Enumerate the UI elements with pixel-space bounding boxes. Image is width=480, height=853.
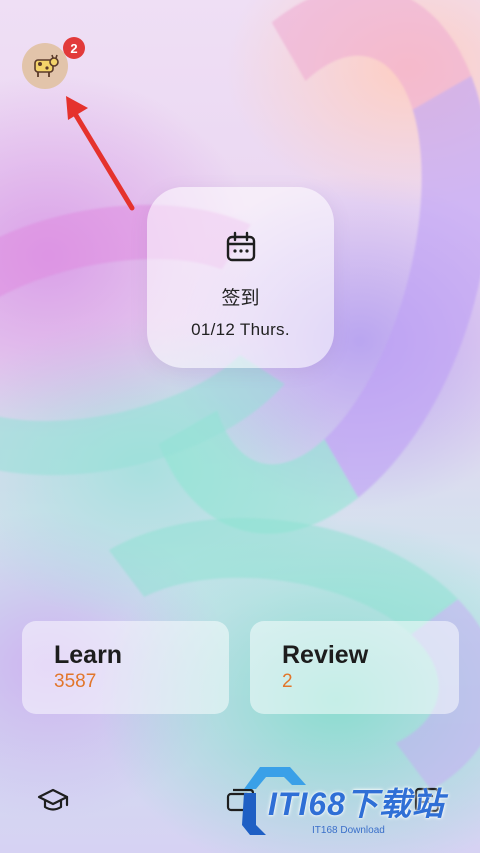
- calendar-icon: [226, 231, 255, 262]
- profile-avatar-button[interactable]: [22, 43, 68, 89]
- checkin-card[interactable]: 签到 01/12 Thurs.: [147, 187, 334, 368]
- review-count: 2: [282, 671, 293, 692]
- review-label: Review: [282, 641, 369, 669]
- watermark: ITI68下载站 IT168 Download: [240, 765, 472, 843]
- learn-label: Learn: [54, 641, 123, 669]
- graduation-cap-icon: [37, 788, 69, 811]
- nav-learn-button[interactable]: [37, 784, 69, 816]
- watermark-title: ITI68下载站: [268, 786, 445, 822]
- learn-count: 3587: [54, 671, 97, 692]
- review-card[interactable]: Review 2: [250, 621, 459, 714]
- learn-card[interactable]: Learn 3587: [22, 621, 229, 714]
- checkin-date: 01/12 Thurs.: [191, 320, 290, 339]
- cow-avatar-icon: [34, 54, 59, 77]
- annotation-arrow: [66, 96, 135, 211]
- watermark-subtitle: IT168 Download: [312, 825, 385, 836]
- checkin-title: 签到: [221, 287, 260, 309]
- notification-badge: 2: [63, 37, 85, 59]
